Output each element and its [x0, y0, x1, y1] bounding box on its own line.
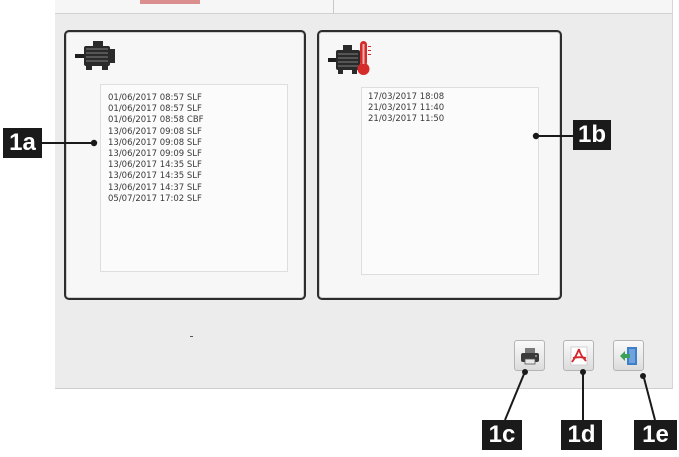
callout-1a: 1a	[3, 128, 42, 158]
callout-1d: 1d	[561, 420, 602, 450]
callout-leader-lines	[42, 132, 656, 421]
callout-1e: 1e	[634, 420, 677, 450]
callout-1b: 1b	[573, 120, 611, 150]
callout-1c: 1c	[482, 420, 522, 450]
